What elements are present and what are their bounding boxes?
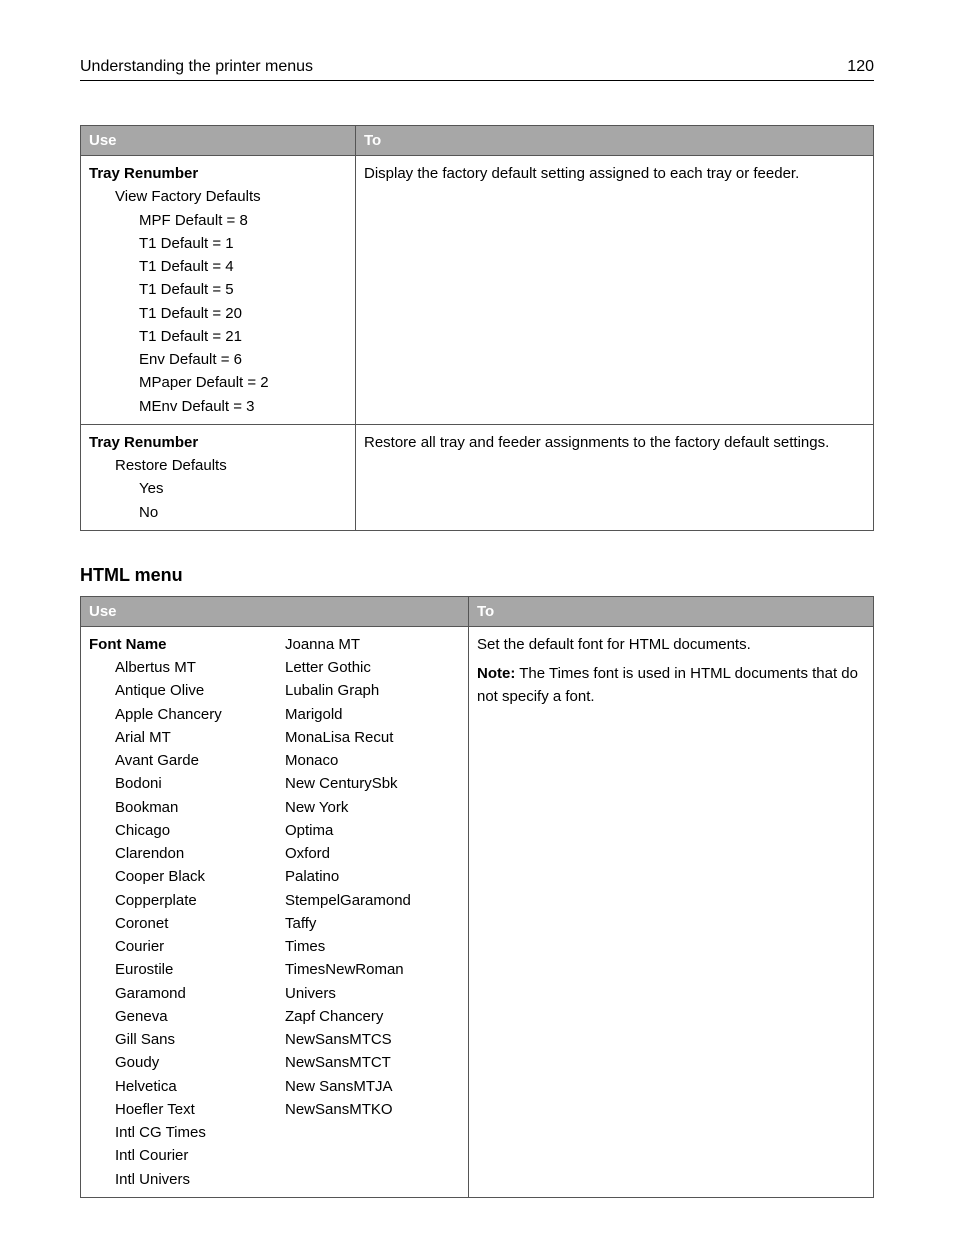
row-title: Tray Renumber — [89, 162, 347, 185]
col-header-use: Use — [81, 126, 356, 156]
list-item: MonaLisa Recut — [285, 726, 460, 749]
list-item: Cooper Black — [89, 865, 269, 888]
list-item: Zapf Chancery — [285, 1005, 460, 1028]
list-item: Monaco — [285, 749, 460, 772]
to-cell: Restore all tray and feeder assignments … — [356, 424, 874, 530]
list-item: New York — [285, 796, 460, 819]
list-item: Eurostile — [89, 958, 269, 981]
list-item: New SansMTJA — [285, 1075, 460, 1098]
list-item: Letter Gothic — [285, 656, 460, 679]
list-item: Albertus MT — [89, 656, 269, 679]
table-row: Tray Renumber View Factory Defaults MPF … — [81, 156, 874, 425]
col-header-to: To — [356, 126, 874, 156]
list-item: Optima — [285, 819, 460, 842]
to-text: Set the default font for HTML documents. — [477, 633, 865, 656]
row-title: Tray Renumber — [89, 431, 347, 454]
font-name-col-a: Font Name Albertus MT Antique Olive Appl… — [81, 626, 278, 1197]
list-item: Geneva — [89, 1005, 269, 1028]
list-item: Hoefler Text — [89, 1098, 269, 1121]
list-item: T1 Default = 21 — [89, 325, 347, 348]
list-item: Intl CG Times — [89, 1121, 269, 1144]
to-cell: Display the factory default setting assi… — [356, 156, 874, 425]
list-item: Courier — [89, 935, 269, 958]
list-item: Times — [285, 935, 460, 958]
use-cell: Tray Renumber View Factory Defaults MPF … — [81, 156, 356, 425]
list-item: Joanna MT — [285, 633, 460, 656]
list-item: Intl Courier — [89, 1144, 269, 1167]
list-item: Arial MT — [89, 726, 269, 749]
list-item: Garamond — [89, 982, 269, 1005]
list-item: Intl Univers — [89, 1168, 269, 1191]
list-item: T1 Default = 5 — [89, 278, 347, 301]
list-item: Gill Sans — [89, 1028, 269, 1051]
list-item: Antique Olive — [89, 679, 269, 702]
col-header-use: Use — [81, 596, 469, 626]
note: Note: The Times font is used in HTML doc… — [477, 662, 865, 709]
to-cell: Set the default font for HTML documents.… — [469, 626, 874, 1197]
list-item: NewSansMTCS — [285, 1028, 460, 1051]
list-item: Yes — [89, 477, 347, 500]
list-item: Univers — [285, 982, 460, 1005]
list-item: Env Default = 6 — [89, 348, 347, 371]
list-item: Apple Chancery — [89, 703, 269, 726]
list-item: Marigold — [285, 703, 460, 726]
list-item: T1 Default = 1 — [89, 232, 347, 255]
list-item: Chicago — [89, 819, 269, 842]
list-item: TimesNewRoman — [285, 958, 460, 981]
page-header: Understanding the printer menus 120 — [80, 58, 874, 81]
table-row: Tray Renumber Restore Defaults Yes No Re… — [81, 424, 874, 530]
list-item: NewSansMTKO — [285, 1098, 460, 1121]
page-number: 120 — [847, 58, 874, 76]
table-row: Font Name Albertus MT Antique Olive Appl… — [81, 626, 874, 1197]
list-item: Coronet — [89, 912, 269, 935]
list-item: Palatino — [285, 865, 460, 888]
list-item: Copperplate — [89, 889, 269, 912]
list-item: Goudy — [89, 1051, 269, 1074]
list-item: Clarendon — [89, 842, 269, 865]
list-item: T1 Default = 20 — [89, 302, 347, 325]
section-heading-html-menu: HTML menu — [80, 565, 874, 586]
list-item: Helvetica — [89, 1075, 269, 1098]
list-item: MPF Default = 8 — [89, 209, 347, 232]
list-item: MEnv Default = 3 — [89, 395, 347, 418]
row-subtitle: Restore Defaults — [89, 454, 347, 477]
list-item: T1 Default = 4 — [89, 255, 347, 278]
list-item: Bodoni — [89, 772, 269, 795]
list-item: NewSansMTCT — [285, 1051, 460, 1074]
tray-renumber-table: Use To Tray Renumber View Factory Defaul… — [80, 125, 874, 531]
col-header-to: To — [469, 596, 874, 626]
list-item: No — [89, 501, 347, 524]
header-title: Understanding the printer menus — [80, 58, 313, 76]
list-item: Avant Garde — [89, 749, 269, 772]
use-cell: Tray Renumber Restore Defaults Yes No — [81, 424, 356, 530]
list-item: Lubalin Graph — [285, 679, 460, 702]
list-item: Bookman — [89, 796, 269, 819]
row-title: Font Name — [89, 633, 269, 656]
list-item: Oxford — [285, 842, 460, 865]
note-label: Note: — [477, 665, 515, 682]
note-text: The Times font is used in HTML documents… — [477, 665, 858, 705]
row-subtitle: View Factory Defaults — [89, 185, 347, 208]
list-item: New CenturySbk — [285, 772, 460, 795]
list-item: MPaper Default = 2 — [89, 371, 347, 394]
list-item: Taffy — [285, 912, 460, 935]
html-menu-table: Use To Font Name Albertus MT Antique Oli… — [80, 596, 874, 1198]
page: Understanding the printer menus 120 Use … — [0, 0, 954, 1258]
font-name-col-b: Joanna MT Letter Gothic Lubalin Graph Ma… — [277, 626, 469, 1197]
list-item: StempelGaramond — [285, 889, 460, 912]
